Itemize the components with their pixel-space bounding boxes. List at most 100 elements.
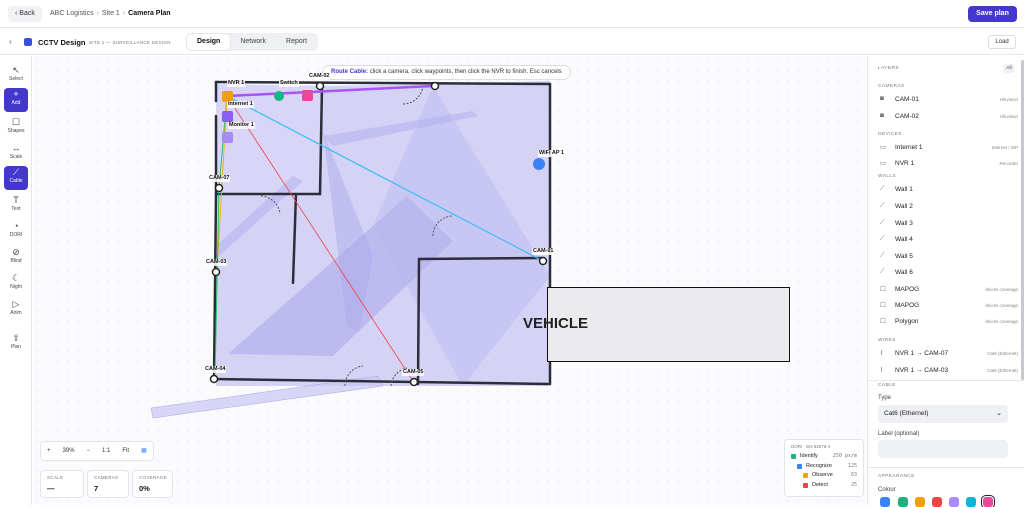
zoom-out-button[interactable]: − (81, 442, 97, 460)
cursor-icon: ↖ (12, 65, 20, 75)
dori-row-identify: Identify 250 px/m (791, 452, 857, 462)
layer-item-cam01[interactable]: ◙ CAM-01 Hikvision (878, 92, 1018, 107)
color-swatch-orange[interactable] (915, 497, 925, 507)
tool-sidebar: ↖ Select + Add ☐ Shapes ↔ Scale ⟋ Cable T Text… (0, 56, 32, 505)
back-button[interactable]: ‹ Back (8, 6, 42, 22)
isp-icon[interactable] (302, 90, 313, 101)
breadcrumb-org[interactable]: ABC Logistics (50, 10, 94, 17)
wires-heading: WIRES (878, 338, 896, 343)
colour-label: Colour (878, 487, 896, 493)
camera-icon[interactable] (430, 81, 440, 91)
vehicle-obstacle[interactable]: VEHICLE (523, 287, 790, 362)
floor-plan-canvas[interactable]: Route Cable: click a camera, click waypo… (33, 56, 866, 505)
layer-item-wall[interactable]: ⟋ Wall 2 (878, 199, 1018, 214)
view-tabs: Design Network Report (186, 33, 319, 51)
color-swatch-pink[interactable] (981, 495, 995, 507)
camera-icon[interactable] (209, 374, 219, 384)
internet-icon[interactable] (222, 111, 233, 122)
shape-icon: ☐ (880, 302, 886, 309)
layer-item-wall[interactable]: ⟋ Wall 6 (878, 265, 1018, 280)
wifi-label: WiFi AP 1 (538, 150, 566, 157)
tool-cable[interactable]: ⟋ Cable (4, 166, 28, 190)
tool-scale[interactable]: ↔ Scale (4, 142, 28, 166)
tool-blind[interactable]: ⊘ Blind (4, 246, 28, 270)
tool-shapes[interactable]: ☐ Shapes (4, 116, 28, 140)
camera-icon[interactable] (214, 183, 224, 193)
tool-add[interactable]: + Add (4, 88, 28, 112)
internet-label: Internet 1 (227, 101, 254, 108)
zoom-in-button[interactable]: + (41, 442, 57, 460)
color-swatch-green[interactable] (898, 497, 908, 507)
camera-icon: ◙ (880, 95, 884, 102)
layer-item-internet[interactable]: ▭ Internet 1 Internet / ISP (878, 140, 1018, 155)
color-swatch-blue[interactable] (880, 497, 890, 507)
cable-type-select[interactable]: Cat6 (Ethernet) ⌄ (878, 405, 1008, 423)
color-swatch-red[interactable] (932, 497, 942, 507)
layer-item-shape[interactable]: ☐ MAPOG blocks coverage (878, 282, 1018, 297)
layer-item-shape[interactable]: ☐ Polygon blocks coverage (878, 314, 1018, 329)
nvr-label: NVR 1 (227, 80, 246, 87)
zoom-level: 39% (62, 448, 75, 454)
layer-item-wall[interactable]: ⟋ Wall 1 (878, 182, 1018, 197)
project-subtitle: SITE 1 — SURVEILLANCE DESIGN (89, 40, 171, 45)
tool-select[interactable]: ↖ Select (4, 64, 28, 88)
layer-item-wall[interactable]: ⟋ Wall 4 (878, 232, 1018, 247)
all-layers-toggle[interactable]: All (1003, 64, 1015, 73)
tool-text[interactable]: T Text (4, 194, 28, 218)
wall-icon: ⟋ (880, 235, 885, 242)
type-label: Type (878, 395, 892, 401)
tool-plan[interactable]: ⇪ Plan (4, 332, 28, 356)
wifi-ap-icon[interactable] (533, 158, 545, 170)
ruler-icon: ↔ (11, 143, 21, 153)
chevron-left-icon[interactable]: ‹ (9, 37, 12, 46)
layer-item-wall[interactable]: ⟋ Wall 3 (878, 216, 1018, 231)
tab-design[interactable]: Design (187, 34, 231, 50)
layer-item-wire[interactable]: ⌇ NVR 1 → CAM-03 Cat6 (Ethernet) (878, 363, 1018, 378)
cam03-label: CAM-03 (205, 259, 228, 266)
cable-label-input[interactable] (878, 440, 1008, 458)
divider (868, 467, 1024, 468)
layer-item-wire[interactable]: ⌇ NVR 1 → CAM-07 Cat6 (Ethernet) (878, 346, 1018, 361)
switch-icon[interactable] (274, 91, 284, 101)
minimap-icon[interactable]: ▦ (135, 442, 153, 460)
tab-network[interactable]: Network (230, 34, 276, 50)
wall-icon: ⟋ (880, 219, 885, 226)
top-bar: ‹ Back ABC Logistics › Site 1 › Camera Plan … (0, 0, 1024, 28)
layer-item-wall[interactable]: ⟋ Wall 5 (878, 249, 1018, 264)
cable-icon: ⌇ (880, 367, 884, 374)
vehicle-label: VEHICLE (523, 315, 589, 332)
route-cable-hint: Route Cable: click a camera, click waypo… (322, 65, 571, 80)
zoom-fit-button[interactable]: Fit (116, 442, 135, 460)
cable-icon: ⌇ (880, 350, 884, 357)
color-swatch-cyan[interactable] (966, 497, 976, 507)
breadcrumb-site[interactable]: Site 1 (102, 10, 120, 17)
camera-icon[interactable] (409, 377, 419, 387)
tool-anim[interactable]: ▷ Anim (4, 298, 28, 322)
camera-icon[interactable] (538, 256, 548, 266)
breadcrumb: ABC Logistics › Site 1 › Camera Plan (50, 10, 171, 17)
text-icon: T (13, 195, 19, 205)
camera-icon[interactable] (315, 81, 325, 91)
save-plan-button[interactable]: Save plan (968, 6, 1017, 22)
shape-icon: ☐ (880, 318, 886, 325)
layer-item-nvr[interactable]: ▭ NVR 1 Recorder (878, 156, 1018, 171)
color-swatch-purple[interactable] (949, 497, 959, 507)
monitor-icon[interactable] (222, 132, 233, 143)
tool-night[interactable]: ☾ Night (4, 272, 28, 296)
dori-row-detect: Detect 25 (791, 481, 857, 491)
zoom-reset-button[interactable]: 1:1 (96, 442, 116, 460)
camera-icon[interactable] (211, 267, 221, 277)
cable-icon: ⟋ (12, 167, 20, 177)
wall-icon: ⟋ (880, 185, 885, 192)
tool-dori[interactable]: ◔ DORI (4, 220, 28, 244)
tab-report[interactable]: Report (276, 34, 317, 50)
square-icon: ☐ (11, 117, 21, 127)
cam07-label: CAM-07 (208, 175, 231, 182)
scale-stat: SCALE — (40, 470, 84, 498)
blind-icon: ⊘ (12, 247, 20, 257)
layer-item-shape[interactable]: ☐ MAPOG blocks coverage (878, 298, 1018, 313)
load-button[interactable]: Load (988, 35, 1016, 49)
plus-icon: + (13, 89, 19, 99)
project-color-icon (24, 38, 32, 46)
layer-item-cam02[interactable]: ◙ CAM-02 Hikvision (878, 109, 1018, 124)
